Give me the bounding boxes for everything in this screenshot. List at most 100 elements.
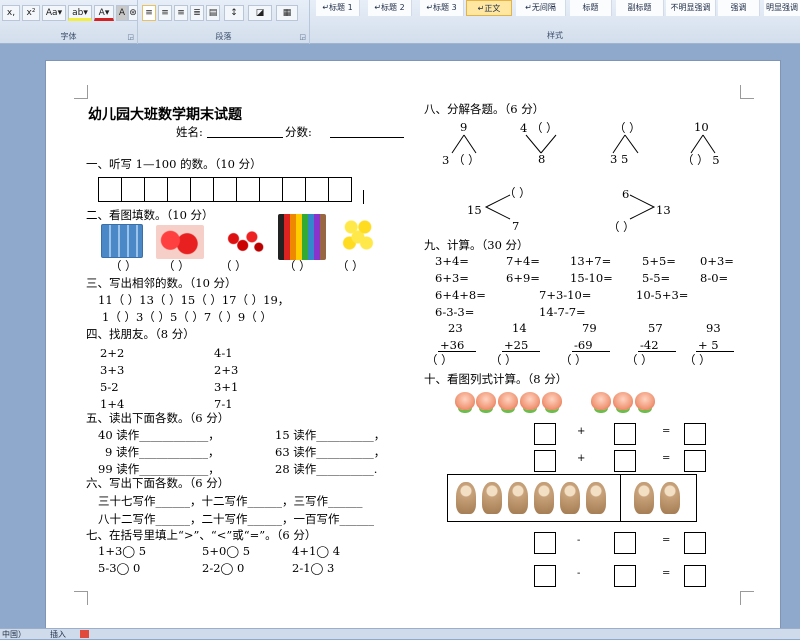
font-dialog-launcher[interactable]: ◲ — [127, 33, 134, 41]
split-bottom-1[interactable]: 3 （ ） — [442, 152, 480, 168]
score-blank[interactable] — [330, 137, 404, 138]
status-insert-mode[interactable]: 插入 — [50, 629, 66, 640]
answer-box[interactable] — [614, 565, 636, 587]
style-heading1[interactable]: ↵标题 1 — [316, 0, 360, 16]
style-heading2[interactable]: ↵标题 2 — [368, 0, 412, 16]
calc-item[interactable]: 6+9= — [506, 271, 540, 285]
calc-item[interactable]: 0+3= — [700, 254, 734, 268]
blank-crayons[interactable]: （ ） — [284, 258, 311, 274]
read-item-40[interactable]: 40 读作____________， — [98, 427, 220, 443]
style-heading3[interactable]: ↵标题 3 — [420, 0, 464, 16]
calc-item[interactable]: 10-5+3= — [636, 288, 688, 302]
shading-icon[interactable]: ◪ — [248, 5, 272, 21]
dictation-cell[interactable] — [190, 177, 214, 202]
style-subtle-emphasis[interactable]: 不明显强调 — [666, 0, 716, 16]
justify-icon[interactable]: ≣ — [190, 5, 204, 21]
calc-item[interactable]: 13+7= — [570, 254, 611, 268]
calc-item[interactable]: 5+5= — [642, 254, 676, 268]
dictation-cell[interactable] — [167, 177, 191, 202]
style-title[interactable]: 标题 — [570, 0, 612, 16]
answer-box[interactable] — [534, 450, 556, 472]
vertical-answer[interactable]: （ ） — [426, 352, 453, 368]
char-shading-button[interactable]: A — [116, 5, 128, 21]
match-left-4[interactable]: 1+4 — [100, 397, 124, 411]
vertical-answer[interactable]: （ ） — [626, 352, 653, 368]
answer-box[interactable] — [534, 532, 556, 554]
dictation-cell[interactable] — [121, 177, 145, 202]
compare-5[interactable]: 2-2◯ 0 — [202, 561, 244, 575]
write-row-1[interactable]: 三十七写作______，十二写作______，三写作______ — [98, 493, 363, 509]
read-item-28[interactable]: 28 读作__________. — [275, 461, 377, 477]
borders-icon[interactable]: ▦ — [276, 5, 298, 21]
match-left-3[interactable]: 5-2 — [100, 380, 119, 394]
match-right-2[interactable]: 2+3 — [214, 363, 238, 377]
calc-item[interactable]: 15-10= — [570, 271, 613, 285]
calc-item[interactable]: 7+3-10= — [539, 288, 591, 302]
answer-box[interactable] — [684, 532, 706, 554]
answer-box[interactable] — [614, 450, 636, 472]
blank-penguins[interactable]: （ ） — [110, 258, 137, 274]
dictation-cell[interactable] — [213, 177, 237, 202]
answer-box[interactable] — [614, 423, 636, 445]
match-right-1[interactable]: 4-1 — [214, 346, 233, 360]
line-spacing-icon[interactable]: ↕ — [224, 5, 244, 21]
calc-item[interactable]: 6+3= — [435, 271, 469, 285]
answer-box[interactable] — [684, 423, 706, 445]
read-item-15[interactable]: 15 读作__________， — [275, 427, 385, 443]
style-normal[interactable]: ↵正文 — [466, 0, 512, 16]
blank-balloons[interactable]: （ ） — [337, 258, 364, 274]
highlight-button[interactable]: ab▾ — [68, 5, 92, 21]
split-bottom-4[interactable]: （ ） 5 — [682, 152, 720, 168]
style-no-spacing[interactable]: ↵无间隔 — [516, 0, 566, 16]
compare-4[interactable]: 5-3◯ 0 — [98, 561, 140, 575]
answer-box[interactable] — [614, 532, 636, 554]
compare-6[interactable]: 2-1◯ 3 — [292, 561, 334, 575]
match-right-4[interactable]: 7-1 — [214, 397, 233, 411]
align-center-icon[interactable]: ≡ — [158, 5, 172, 21]
answer-box[interactable] — [684, 450, 706, 472]
answer-box[interactable] — [684, 565, 706, 587]
calc-item[interactable]: 14-7-7= — [539, 305, 586, 319]
vertical-answer[interactable]: （ ） — [490, 352, 517, 368]
blank-strawberries[interactable]: （ ） — [163, 258, 190, 274]
distribute-icon[interactable]: ▤ — [206, 5, 220, 21]
neighbors-row-2[interactable]: 1（ ）3（ ）5（ ）7（ ）9（ ） — [102, 309, 272, 325]
vertical-answer[interactable]: （ ） — [560, 352, 587, 368]
status-language[interactable]: 中国） — [2, 629, 26, 640]
answer-box[interactable] — [534, 423, 556, 445]
style-subtitle[interactable]: 副标题 — [616, 0, 664, 16]
vertical-answer[interactable]: （ ） — [684, 352, 711, 368]
name-blank[interactable] — [207, 137, 283, 138]
font-color-button[interactable]: A▾ — [94, 5, 114, 21]
style-intense-emphasis[interactable]: 明显强调 — [764, 0, 800, 16]
dictation-cell[interactable] — [305, 177, 329, 202]
match-right-3[interactable]: 3+1 — [214, 380, 238, 394]
calc-item[interactable]: 7+4= — [506, 254, 540, 268]
subscript-button[interactable]: x, — [2, 5, 20, 21]
compare-3[interactable]: 4+1◯ 4 — [292, 544, 340, 558]
enclose-char-button[interactable]: ⊛ — [128, 5, 138, 21]
macro-record-icon[interactable] — [80, 630, 89, 638]
style-emphasis[interactable]: 强调 — [718, 0, 760, 16]
read-item-9[interactable]: 9 读作____________， — [105, 444, 219, 460]
answer-box[interactable] — [534, 565, 556, 587]
neighbors-row-1[interactable]: 11（ ）13（ ）15（ ）17（ ）19， — [98, 292, 289, 308]
compare-1[interactable]: 1+3◯ 5 — [98, 544, 146, 558]
match-left-2[interactable]: 3+3 — [100, 363, 124, 377]
compare-2[interactable]: 5+0◯ 5 — [202, 544, 250, 558]
dictation-cell[interactable] — [259, 177, 283, 202]
split-6-bottom[interactable]: （ ） — [608, 219, 635, 235]
dictation-cell[interactable] — [98, 177, 122, 202]
read-item-63[interactable]: 63 读作__________， — [275, 444, 385, 460]
dictation-cell[interactable] — [282, 177, 306, 202]
align-left-icon[interactable]: ≡ — [142, 5, 156, 21]
calc-item[interactable]: 5-5= — [642, 271, 670, 285]
align-right-icon[interactable]: ≡ — [174, 5, 188, 21]
document-page[interactable]: 幼儿园大班数学期末试题 姓名: 分数: 一、听写 1—100 的数。（10 分）… — [45, 60, 781, 639]
blank-flowers[interactable]: （ ） — [220, 258, 247, 274]
match-left-1[interactable]: 2+2 — [100, 346, 124, 360]
dictation-cell[interactable] — [328, 177, 352, 202]
calc-item[interactable]: 6+4+8= — [435, 288, 486, 302]
change-case-button[interactable]: Aa▾ — [42, 5, 66, 21]
calc-item[interactable]: 3+4= — [435, 254, 469, 268]
